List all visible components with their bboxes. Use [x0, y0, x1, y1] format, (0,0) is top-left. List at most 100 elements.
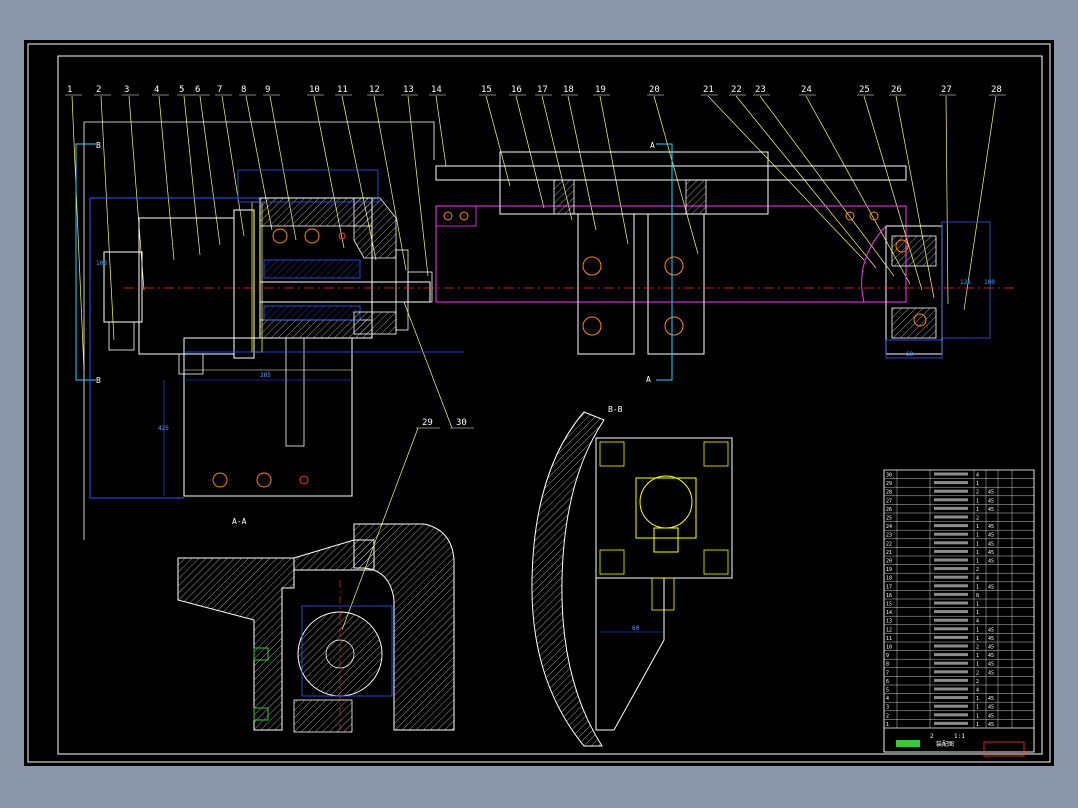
leader-6: [199, 95, 221, 246]
bom-row-number: 15: [886, 602, 892, 608]
coupling-bolt-1: [272, 228, 288, 244]
leader-22: [735, 95, 877, 269]
bom-row-number: 16: [886, 593, 892, 599]
bom-row-qty: 1: [976, 662, 979, 668]
balloon-19: 19: [595, 85, 606, 95]
leader-19: [599, 95, 629, 245]
bom-row-material: 45: [988, 696, 994, 702]
stand-bolt-1: [212, 472, 228, 488]
slider-bolt-3: [664, 256, 684, 276]
bom-row-number: 28: [886, 490, 892, 496]
bom-row-number: 1: [886, 722, 889, 728]
title-sheet-count: 2: [930, 733, 934, 740]
coupling-blue-inner: [263, 259, 361, 279]
bom-row-qty: 1: [976, 696, 979, 702]
bom-row-number: 11: [886, 636, 892, 642]
bearing-seat: [353, 197, 397, 259]
balloon-24: 24: [801, 85, 812, 95]
dim-100: 100: [984, 279, 995, 286]
bom-row-material: 45: [988, 645, 994, 651]
bom-row-material: 45: [988, 524, 994, 530]
bb-arm: [595, 578, 665, 731]
bom-row-qty: 1: [976, 653, 979, 659]
blue-top-box: [237, 169, 379, 203]
drawing-sheet: 1 2 3 4 5 6 7 8 9 10 11 12 13 14 15 16 17 18 19 20 21 22 23 24 2…: [24, 40, 1054, 766]
bom-row-number: 18: [886, 576, 892, 582]
motor-body: [138, 217, 235, 355]
leader-7: [221, 95, 245, 237]
balloon-27: 27: [941, 85, 952, 95]
bearing-lower: [353, 311, 397, 335]
bom-row-name-illegible: [934, 721, 968, 725]
bom-row-number: 6: [886, 679, 889, 685]
bom-row-qty: 2: [976, 516, 979, 522]
bom-row-material: 45: [988, 713, 994, 719]
bom-row-number: 4: [886, 696, 889, 702]
balloon-7: 7: [217, 85, 222, 95]
bb-plate: [595, 437, 733, 579]
bom-row-qty: 1: [976, 713, 979, 719]
bom-row-number: 30: [886, 473, 892, 479]
bom-row-qty: 4: [976, 473, 979, 479]
balloon-13: 13: [403, 85, 414, 95]
bom-row-number: 20: [886, 559, 892, 565]
title-block: 30 429 128 2 4527 1 4526 1 4525 224 1 4523 1 4522 1 452…: [883, 469, 1035, 757]
bom-row-qty: 1: [976, 533, 979, 539]
bom-row-number: 17: [886, 584, 892, 590]
leader-21: [707, 95, 865, 261]
slider-bolt-4: [664, 316, 684, 336]
leader-2: [100, 95, 115, 341]
company-logo: [896, 740, 920, 747]
title-drawing-name: 装配图: [936, 740, 954, 748]
bom-row-number: 29: [886, 481, 892, 487]
bom-row-number: 19: [886, 567, 892, 573]
balloon-15: 15: [481, 85, 492, 95]
bom-row-number: 2: [886, 713, 889, 719]
bb-stem-lower: [651, 577, 675, 611]
bom-row-material: 45: [988, 584, 994, 590]
bom-row-number: 27: [886, 498, 892, 504]
bom-row-number: 24: [886, 524, 892, 530]
balloon-30: 30: [456, 418, 467, 428]
bom-row-name-illegible: [934, 498, 968, 502]
section-a-line: [656, 143, 673, 381]
bom-row-number: 3: [886, 705, 889, 711]
bom-row-name-illegible: [934, 635, 968, 639]
bb-corner-3: [599, 549, 625, 575]
bom-row-name-illegible: [934, 618, 968, 622]
bom-row-qty: 1: [976, 498, 979, 504]
bom-row-qty: 2: [976, 645, 979, 651]
bb-corner-4: [703, 549, 729, 575]
balloon-9: 9: [265, 85, 270, 95]
bom-row-material: 45: [988, 559, 994, 565]
balloon-29: 29: [422, 418, 433, 428]
section-a-bottom-label: A: [646, 375, 651, 384]
dim-108: 108: [96, 260, 107, 267]
bom-row-material: 45: [988, 550, 994, 556]
stand-foot: [178, 353, 204, 375]
balloon-11: 11: [337, 85, 348, 95]
section-bb-view: [531, 411, 733, 747]
bom-row-name-illegible: [934, 558, 968, 562]
bom-row-qty: 1: [976, 524, 979, 530]
cad-drawing: 1 2 3 4 5 6 7 8 9 10 11 12 13 14 15 16 17 18 19 20 21 22 23 24 2…: [27, 43, 1051, 763]
balloon-26: 26: [891, 85, 902, 95]
bom-row-number: 26: [886, 507, 892, 513]
balloon-20: 20: [649, 85, 660, 95]
balloon-1: 1: [67, 85, 72, 95]
bom-row-number: 12: [886, 627, 892, 633]
bom-row-qty: 1: [976, 636, 979, 642]
bom-row-name-illegible: [934, 541, 968, 545]
bom-row-qty: 4: [976, 619, 979, 625]
bom-row-material: 45: [988, 662, 994, 668]
bom-row-name-illegible: [934, 472, 968, 476]
dim-126: 126: [960, 279, 971, 286]
balloon-14: 14: [431, 85, 442, 95]
slider-block-2: [647, 213, 705, 355]
bom-row-qty: 1: [976, 705, 979, 711]
bom-row-material: 45: [988, 498, 994, 504]
balloon-6: 6: [195, 85, 200, 95]
balloon-2: 2: [96, 85, 101, 95]
bom-row-qty: 1: [976, 722, 979, 728]
bom-row-name-illegible: [934, 601, 968, 605]
